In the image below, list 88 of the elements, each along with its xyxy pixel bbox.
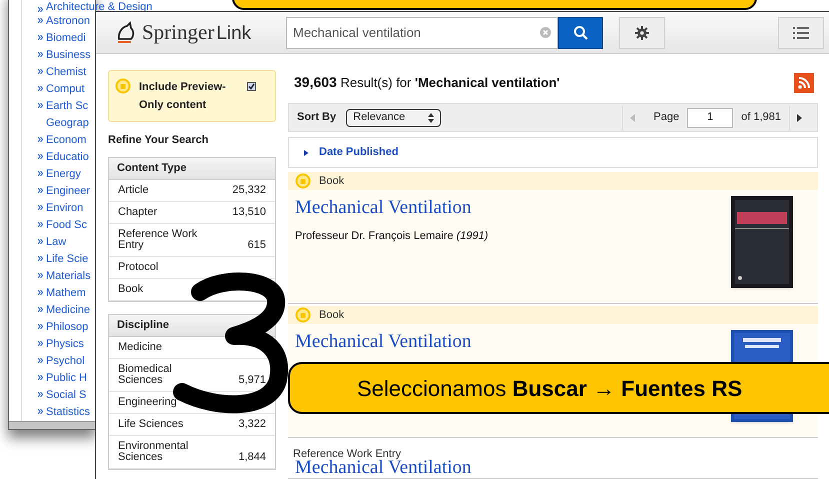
double-chevron-icon bbox=[38, 171, 43, 176]
result-type: Book bbox=[319, 174, 344, 189]
subject-link[interactable]: Philosop bbox=[46, 319, 88, 336]
double-chevron-icon bbox=[38, 137, 43, 142]
double-chevron-icon bbox=[38, 222, 43, 227]
subject-link[interactable]: Earth Sc Geograp bbox=[46, 98, 89, 132]
rss-icon[interactable] bbox=[794, 72, 814, 92]
double-chevron-icon bbox=[38, 358, 43, 363]
result-type: Reference Work Entry bbox=[293, 446, 402, 460]
subject-link[interactable]: Environ bbox=[46, 200, 84, 217]
double-chevron-icon bbox=[38, 273, 43, 278]
subject-link[interactable]: Biomedi bbox=[46, 30, 86, 47]
settings-button[interactable] bbox=[619, 16, 665, 48]
updown-icon bbox=[428, 112, 434, 122]
double-chevron-icon bbox=[38, 18, 43, 23]
facet-title: Content Type bbox=[117, 160, 186, 176]
subject-link[interactable]: Energy bbox=[46, 166, 81, 183]
search-field[interactable]: Mechanical ventilation bbox=[286, 16, 558, 48]
facet-item[interactable]: Life Sciences 3,322 bbox=[109, 414, 275, 436]
subject-link[interactable]: Physics bbox=[46, 336, 84, 353]
facet-item[interactable]: Article 25,332 bbox=[109, 180, 275, 202]
page-field[interactable]: 1 bbox=[687, 108, 734, 128]
horse-logo-icon bbox=[116, 20, 136, 44]
subject-link[interactable]: Chemist bbox=[46, 64, 86, 81]
callout-text: Seleccionamos Buscar → Fuentes RS bbox=[357, 374, 742, 402]
subject-link[interactable]: Business bbox=[46, 47, 91, 64]
subject-link[interactable]: Econom bbox=[46, 132, 86, 149]
settings-icon bbox=[635, 26, 649, 40]
search-icon bbox=[572, 24, 588, 40]
right-caret-icon bbox=[797, 114, 802, 122]
sort-select[interactable]: Relevance bbox=[346, 108, 442, 126]
double-chevron-icon bbox=[38, 52, 43, 57]
caret-icon bbox=[304, 148, 310, 156]
subject-link[interactable]: Statistics bbox=[46, 404, 90, 421]
double-chevron-icon bbox=[38, 341, 43, 346]
double-chevron-icon bbox=[38, 86, 43, 91]
subject-link[interactable]: Social S bbox=[46, 387, 86, 404]
subject-link[interactable]: Mathem bbox=[46, 285, 86, 302]
facet-item[interactable]: Chapter 13,510 bbox=[109, 202, 275, 224]
double-chevron-icon bbox=[38, 154, 43, 159]
date-filter[interactable]: Date Published bbox=[288, 137, 818, 168]
subject-link[interactable]: Public H bbox=[46, 370, 87, 387]
subject-link[interactable]: Psychol bbox=[46, 353, 85, 370]
search-button[interactable] bbox=[558, 16, 603, 48]
page-label: Page bbox=[654, 110, 680, 126]
double-chevron-icon bbox=[38, 7, 43, 12]
double-chevron-icon bbox=[38, 69, 43, 74]
facet-item[interactable]: Reference Work Entry 615 bbox=[109, 224, 275, 256]
double-chevron-icon bbox=[38, 290, 43, 295]
double-chevron-icon bbox=[38, 35, 43, 40]
results-heading: 39,603 Result(s) for 'Mechanical ventilation' bbox=[294, 73, 560, 92]
result-type: Book bbox=[319, 308, 344, 323]
subject-link[interactable]: Materials bbox=[46, 268, 91, 285]
double-chevron-icon bbox=[38, 392, 43, 397]
double-chevron-icon bbox=[38, 103, 43, 108]
facet-item[interactable]: Engineering bbox=[109, 392, 275, 414]
subject-link[interactable]: Food Sc bbox=[46, 217, 87, 234]
result-title[interactable]: Mechanical Ventilation bbox=[295, 328, 472, 356]
page-total: of 1,981 bbox=[741, 110, 781, 126]
double-chevron-icon bbox=[38, 239, 43, 244]
double-chevron-icon bbox=[38, 375, 43, 380]
sort-label: Sort By bbox=[297, 110, 336, 126]
result-title[interactable]: Mechanical Ventilation bbox=[295, 194, 488, 222]
menu-icon bbox=[793, 26, 809, 38]
double-chevron-icon bbox=[38, 307, 43, 312]
subject-link[interactable]: Life Scie bbox=[46, 251, 88, 268]
preview-checkbox[interactable] bbox=[247, 82, 256, 91]
subject-link[interactable]: Educatio bbox=[46, 149, 89, 166]
double-chevron-icon bbox=[38, 409, 43, 414]
subject-link[interactable]: Medicine bbox=[46, 302, 90, 319]
result-author: Professeur Dr. François Lemaire (1991) bbox=[295, 228, 488, 244]
refine-title: Refine Your Search bbox=[108, 133, 210, 148]
subject-link[interactable]: Astronon bbox=[46, 13, 90, 30]
double-chevron-icon bbox=[38, 324, 43, 329]
double-chevron-icon bbox=[38, 205, 43, 210]
facet-title: Discipline bbox=[117, 318, 169, 333]
preview-label: Include Preview-Only content bbox=[139, 80, 227, 113]
double-chevron-icon bbox=[38, 256, 43, 261]
subject-link[interactable]: Law bbox=[46, 234, 66, 251]
subject-link[interactable]: Comput bbox=[46, 81, 85, 98]
double-chevron-icon bbox=[38, 188, 43, 193]
logo-text: SpringerLink bbox=[142, 18, 252, 46]
menu-button[interactable] bbox=[778, 16, 824, 48]
left-caret-icon bbox=[630, 114, 635, 122]
facet-item[interactable]: Protocol bbox=[109, 256, 275, 278]
result-title[interactable]: Mechanical Ventilation bbox=[295, 458, 472, 478]
facet-item[interactable]: Environmental Sciences 1,844 bbox=[109, 436, 275, 468]
subject-link[interactable]: Engineer bbox=[46, 183, 90, 200]
